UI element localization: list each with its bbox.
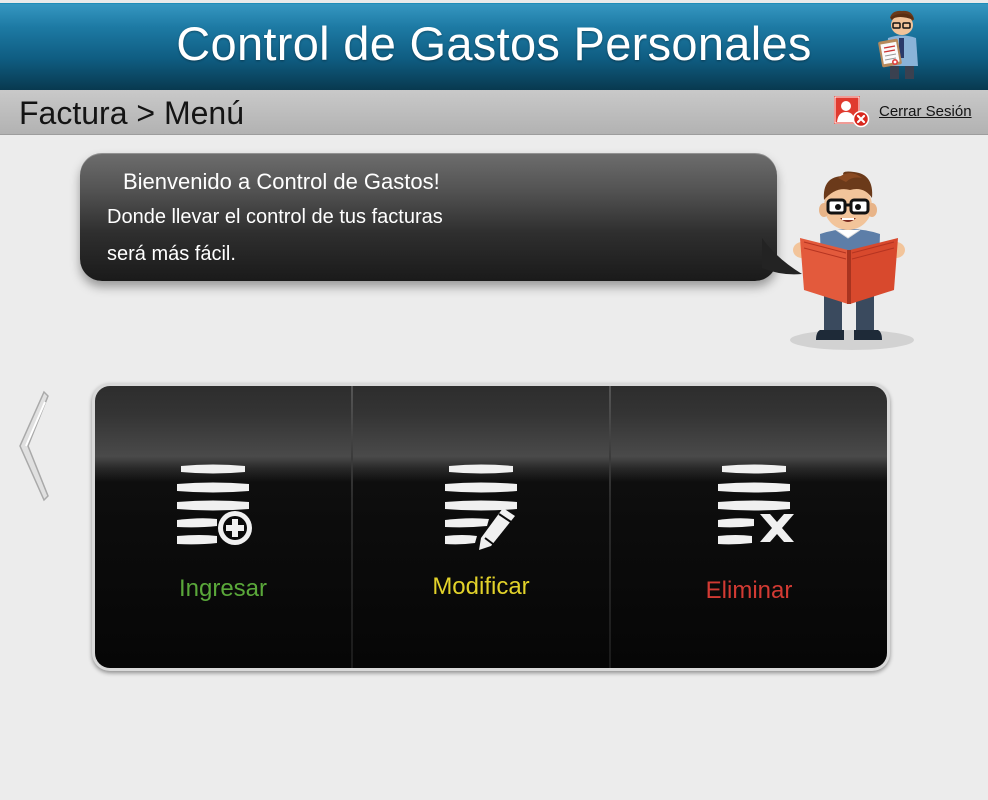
delete-document-icon — [718, 464, 794, 545]
menu-panel: Ingresar Modificar Eliminar — [92, 383, 890, 671]
logout-link[interactable]: Cerrar Sesión — [879, 103, 972, 121]
app-title: Control de Gastos Personales — [176, 17, 812, 70]
app-window: Control de Gastos Personales Factura > M… — [0, 0, 988, 800]
welcome-title: Bienvenido a Control de Gastos! — [123, 169, 440, 194]
welcome-text-line: Donde llevar el control de tus facturas — [107, 206, 443, 228]
logout-user-icon[interactable] — [834, 96, 870, 128]
menu-item-eliminar[interactable]: Eliminar — [611, 386, 887, 668]
menu-item-modificar[interactable]: Modificar — [353, 386, 609, 668]
menu-label-eliminar: Eliminar — [705, 577, 793, 604]
mascot-clipboard-icon — [878, 10, 918, 79]
back-arrow-icon[interactable] — [14, 390, 50, 502]
menu-label-modificar: Modificar — [432, 573, 530, 600]
breadcrumb-bar: Factura > Menú Cerrar Sesión — [0, 90, 988, 135]
app-header: Control de Gastos Personales — [0, 0, 988, 90]
menu-panel-inner: Ingresar Modificar Eliminar — [95, 386, 887, 668]
add-document-icon — [177, 464, 252, 545]
mascot-reading-icon — [790, 171, 914, 350]
breadcrumb: Factura > Menú — [19, 95, 244, 131]
menu-item-ingresar[interactable]: Ingresar — [95, 386, 351, 668]
edit-document-icon — [445, 464, 517, 550]
menu-label-ingresar: Ingresar — [178, 575, 268, 602]
welcome-text-line: será más fácil. — [107, 243, 236, 265]
